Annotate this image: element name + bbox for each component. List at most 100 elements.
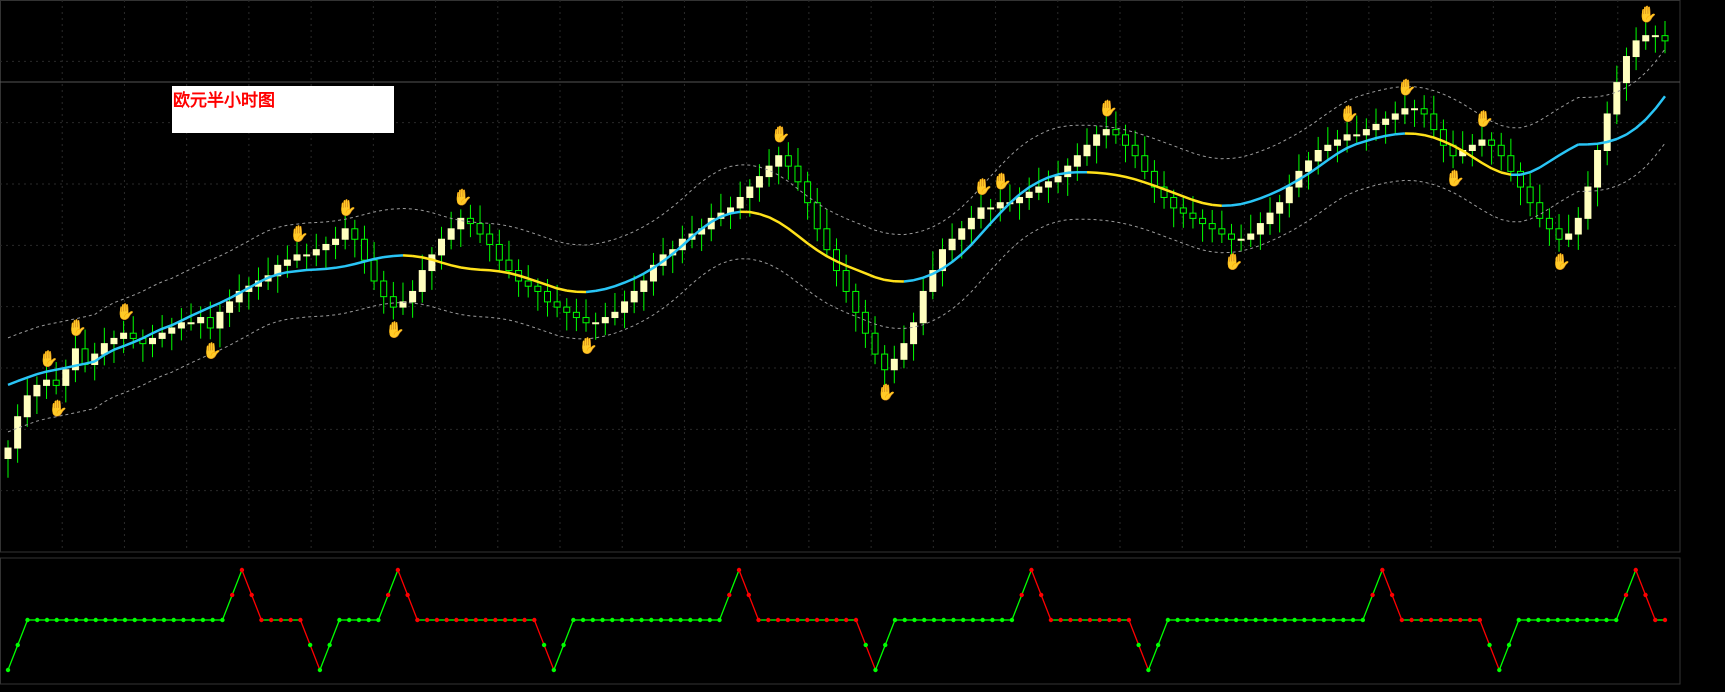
candle-body <box>1478 139 1486 146</box>
candle-body <box>1016 196 1024 204</box>
indicator-point <box>853 617 859 623</box>
indicator-line <box>319 644 331 671</box>
indicator-point <box>1000 617 1005 623</box>
candle-body <box>582 317 590 324</box>
candle-body <box>1497 144 1505 157</box>
hand-marker-bottom: ✋ <box>48 398 68 417</box>
indicator-line <box>1138 644 1150 671</box>
candle-body <box>1324 144 1332 151</box>
indicator-point <box>873 667 878 673</box>
indicator-point <box>64 617 69 623</box>
candle-body <box>177 322 185 329</box>
indicator-point <box>1614 617 1619 623</box>
indicator-line <box>1498 644 1510 671</box>
candle-body <box>1208 223 1216 230</box>
candle-body <box>351 228 359 240</box>
candle-body <box>1642 35 1650 42</box>
indicator-point <box>1175 617 1180 623</box>
hand-marker-bottom: ✋ <box>202 341 222 360</box>
indicator-point <box>1038 592 1044 598</box>
candle-body <box>1122 134 1130 146</box>
hand-marker-top: ✋ <box>289 224 309 243</box>
candle-body <box>1247 233 1255 240</box>
indicator-point <box>736 567 742 573</box>
indicator-point <box>1380 567 1385 573</box>
indicator-point <box>268 617 274 623</box>
hand-marker-bottom: ✋ <box>385 320 405 339</box>
candle-body <box>1141 155 1149 172</box>
main-panel-frame <box>0 0 1681 553</box>
candle-body <box>360 238 368 261</box>
indicator-line <box>738 569 750 596</box>
candle-body <box>226 301 234 313</box>
candle-body <box>755 176 763 188</box>
candle-body <box>43 379 51 386</box>
candle-body <box>438 238 446 256</box>
indicator-point <box>366 617 371 623</box>
indicator-line <box>1644 594 1656 621</box>
candle-body <box>110 337 118 345</box>
indicator-point <box>1389 592 1395 598</box>
indicator-point <box>493 617 498 623</box>
indicator-point <box>161 617 167 623</box>
candle-body <box>1179 207 1187 214</box>
candle-body <box>495 243 503 261</box>
indicator-line <box>17 619 29 646</box>
indicator-point <box>113 617 118 623</box>
indicator-point <box>210 617 215 623</box>
indicator-point <box>571 617 576 623</box>
indicator-point <box>1282 617 1288 623</box>
indicator-point <box>200 617 206 623</box>
indicator-point <box>619 617 625 623</box>
indicator-line <box>562 619 574 646</box>
indicator-point <box>1136 642 1141 648</box>
candle-body <box>1199 217 1207 225</box>
candle-body <box>910 322 918 345</box>
indicator-point <box>298 617 303 623</box>
candle-body <box>543 290 551 303</box>
indicator-point <box>93 617 98 623</box>
hand-marker-bottom: ✋ <box>1445 169 1465 188</box>
indicator-point <box>220 617 225 623</box>
indicator-point <box>259 617 264 623</box>
candle-body <box>736 196 744 209</box>
indicator-point <box>15 642 20 648</box>
candle-body <box>428 254 436 272</box>
indicator-point <box>1497 667 1502 673</box>
indicator-point <box>1438 617 1444 623</box>
indicator-point <box>1458 617 1463 623</box>
indicator-point <box>1555 617 1560 623</box>
indicator-point <box>1155 642 1161 648</box>
indicator-point <box>1224 617 1229 623</box>
indicator-point <box>922 617 927 623</box>
indicator-point <box>1233 617 1239 623</box>
candle-body <box>1025 191 1033 198</box>
indicator-point <box>931 617 937 623</box>
indicator-line <box>748 594 760 621</box>
candle-body <box>1285 186 1293 204</box>
indicator-point <box>1311 617 1317 623</box>
candle-body <box>158 332 166 339</box>
candle-body <box>871 332 879 355</box>
candle-body <box>823 228 831 251</box>
indicator-point <box>1243 617 1249 623</box>
candle-body <box>1507 155 1515 172</box>
indicator-line <box>1479 619 1491 646</box>
candle-body <box>977 207 985 219</box>
indicator-point <box>1643 592 1648 598</box>
candle-body <box>1073 155 1081 167</box>
candle-body <box>303 254 311 257</box>
indicator-line <box>1391 594 1403 621</box>
candle-body <box>572 311 580 319</box>
indicator-point <box>1058 617 1063 623</box>
indicator-point <box>483 617 488 623</box>
indicator-point <box>951 617 956 623</box>
hand-marker-top: ✋ <box>116 302 136 321</box>
candle-body <box>1276 202 1284 214</box>
candle-body <box>23 395 31 418</box>
candle-body <box>187 322 195 325</box>
candle-body <box>890 358 898 371</box>
indicator-point <box>824 617 829 623</box>
indicator-line <box>1362 594 1374 621</box>
candle-body <box>1353 134 1361 137</box>
